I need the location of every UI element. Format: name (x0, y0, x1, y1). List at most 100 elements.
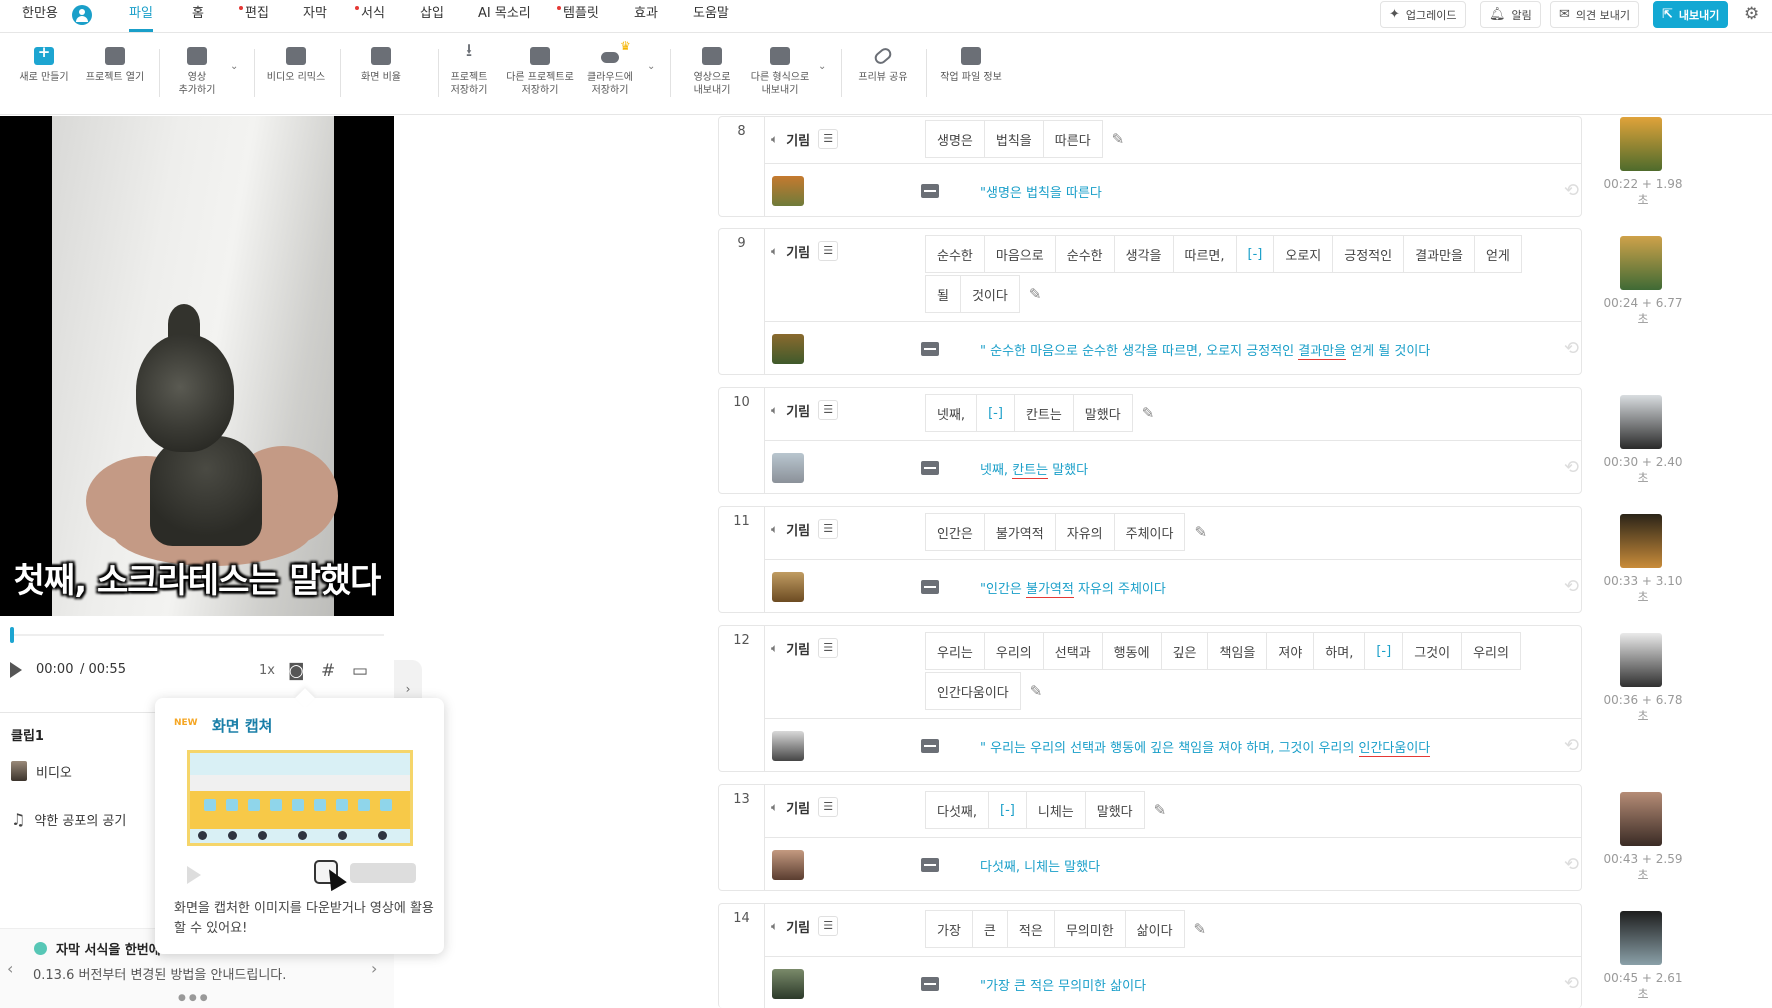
word-chip[interactable]: 순수한 (1054, 235, 1115, 273)
menu-icon[interactable]: ☰ (818, 638, 839, 658)
scene-thumbnail[interactable] (772, 731, 804, 761)
word-chip[interactable]: 얻게 (1473, 235, 1522, 273)
word-chip[interactable]: 져야 (1266, 632, 1315, 670)
scene-card[interactable]: 12 🔈︎ 기림 ☰ 우리는 우리의 선택과 행동에 깊은 책임을 져야 하며, [… (718, 625, 1582, 772)
subtitle-text[interactable]: " 우리는 우리의 선택과 행동에 깊은 책임을 져야 하며, 그것이 우리의 … (980, 737, 1431, 757)
pencil-icon[interactable]: ✎ (1142, 404, 1155, 422)
voice-name[interactable]: 기림 (786, 130, 810, 149)
menu-icon[interactable]: ☰ (818, 519, 839, 539)
speaker-icon[interactable]: 🔈︎ (771, 132, 778, 147)
word-chip[interactable]: 적은 (1006, 910, 1055, 948)
word-chip[interactable]: 깊은 (1160, 632, 1209, 670)
word-chip[interactable]: 우리의 (1461, 632, 1521, 670)
speaker-icon[interactable]: 🔈︎ (771, 403, 778, 418)
refresh-icon[interactable]: ⟲ (1564, 338, 1579, 359)
clip-video-row[interactable]: 비디오 (11, 761, 72, 781)
subtitle-text[interactable]: 다섯째, 니체는 말했다 (980, 856, 1100, 875)
word-chip[interactable]: 칸트는 (1013, 394, 1074, 432)
scene-thumbnail[interactable] (772, 850, 804, 880)
subtitle-text[interactable]: "가장 큰 적은 무의미한 삶이다 (980, 975, 1146, 994)
word-chip[interactable]: 결과만을 (1403, 235, 1475, 273)
save-cloud-button[interactable]: ♛ 클라우드에 저장하기 (584, 40, 636, 97)
timeline-thumbnail[interactable] (1620, 792, 1662, 846)
refresh-icon[interactable]: ⟲ (1564, 973, 1579, 994)
pencil-icon[interactable]: ✎ (1112, 130, 1125, 148)
word-chip[interactable]: 행동에 (1101, 632, 1162, 670)
menu-icon[interactable]: ☰ (818, 241, 839, 261)
word-chip[interactable]: 그것이 (1402, 632, 1463, 670)
refresh-icon[interactable]: ⟲ (1564, 180, 1579, 201)
pencil-icon[interactable]: ✎ (1194, 523, 1207, 541)
word-chip[interactable]: 마음으로 (983, 235, 1056, 273)
timeline-thumbnail[interactable] (1620, 911, 1662, 965)
menu-subtitle[interactable]: 자막 (303, 0, 327, 29)
word-chip[interactable]: 생각을 (1113, 235, 1174, 273)
add-video-button[interactable]: 영상 추가하기 (172, 47, 222, 97)
word-chip[interactable]: 될 (925, 275, 961, 313)
menu-help[interactable]: 도움말 (693, 0, 729, 29)
grid-icon[interactable]: # (321, 661, 335, 681)
user-avatar-icon[interactable] (72, 5, 92, 25)
file-info-button[interactable]: 작업 파일 정보 (938, 47, 1004, 84)
menu-edit[interactable]: 편집 (239, 0, 269, 29)
open-project-button[interactable]: 프로젝트 열기 (82, 47, 148, 84)
timeline-track[interactable] (10, 634, 384, 636)
chevron-left-icon[interactable]: ‹ (7, 959, 13, 978)
chevron-down-icon[interactable]: ⌄ (230, 61, 238, 72)
scene-thumbnail[interactable] (772, 453, 804, 483)
voice-name[interactable]: 기림 (786, 242, 810, 261)
new-project-button[interactable]: 새로 만들기 (16, 46, 72, 84)
menu-home[interactable]: 홈 (192, 0, 204, 29)
account-name[interactable]: 한만용 (22, 0, 58, 29)
menu-insert[interactable]: 삽입 (420, 0, 444, 29)
word-chip[interactable]: 긍정적인 (1332, 235, 1405, 273)
word-chip[interactable]: 불가역적 (983, 513, 1056, 551)
subtitle-toggle-icon[interactable]: ▭ (352, 661, 368, 681)
word-chip[interactable]: 따른다 (1042, 120, 1103, 158)
subtitle-text[interactable]: 넷째, 칸트는 말했다 (980, 459, 1088, 479)
pause-marker[interactable]: [-] (1235, 235, 1275, 273)
scene-thumbnail[interactable] (772, 334, 804, 364)
pause-marker[interactable]: [-] (1364, 632, 1404, 670)
timeline-thumbnail[interactable] (1620, 117, 1662, 171)
word-chip[interactable]: 큰 (971, 910, 1008, 948)
timeline-thumbnail[interactable] (1620, 514, 1662, 568)
play-icon[interactable] (10, 662, 22, 678)
refresh-icon[interactable]: ⟲ (1564, 854, 1579, 875)
word-chip[interactable]: 하며, (1313, 632, 1366, 670)
subtitle-text[interactable]: " 순수한 마음으로 순수한 생각을 따르면, 오로지 긍정적인 결과만을 얻게… (980, 340, 1430, 360)
pencil-icon[interactable]: ✎ (1030, 682, 1043, 700)
timeline-playhead[interactable] (10, 627, 14, 643)
preview-share-button[interactable]: 프리뷰 공유 (854, 45, 912, 84)
speaker-icon[interactable]: 🔈︎ (771, 244, 778, 259)
word-chip[interactable]: 순수한 (925, 235, 985, 273)
menu-file[interactable]: 파일 (129, 0, 153, 32)
scene-card[interactable]: 9 🔈︎ 기림 ☰ 순수한 마음으로 순수한 생각을 따르면, [-] 오로지 긍정… (718, 228, 1582, 375)
chevron-down-icon[interactable]: ⌄ (818, 61, 826, 72)
word-chip[interactable]: 법칙을 (983, 120, 1044, 158)
scene-card[interactable]: 8 🔈︎ 기림 ☰ 생명은 법칙을 따른다 ✎ "생명은 법칙을 따른다 ⟲ (718, 116, 1582, 217)
clip-music-row[interactable]: ♫ 약한 공포의 공기 (11, 810, 126, 829)
upgrade-button[interactable]: ✦ 업그레이드 (1380, 1, 1466, 28)
timeline-thumbnail[interactable] (1620, 395, 1662, 449)
pencil-icon[interactable]: ✎ (1029, 285, 1042, 303)
voice-name[interactable]: 기림 (786, 917, 810, 936)
feedback-button[interactable]: ✉ 의견 보내기 (1550, 1, 1640, 28)
menu-icon[interactable]: ☰ (818, 400, 839, 420)
save-project-button[interactable]: 프로젝트저장하기 (446, 44, 492, 97)
menu-template[interactable]: 템플릿 (557, 0, 599, 29)
word-chip[interactable]: 우리는 (925, 632, 985, 670)
word-chip[interactable]: 삶이다 (1124, 910, 1185, 948)
export-button[interactable]: ⇱ 내보내기 (1653, 1, 1729, 28)
word-chip[interactable]: 말했다 (1084, 791, 1145, 829)
export-video-button[interactable]: 영상으로 내보내기 (688, 47, 736, 97)
menu-format[interactable]: 서식 (355, 0, 385, 29)
subtitle-text[interactable]: "생명은 법칙을 따른다 (980, 182, 1102, 201)
menu-icon[interactable]: ☰ (818, 129, 839, 149)
menu-effect[interactable]: 효과 (634, 0, 658, 29)
refresh-icon[interactable]: ⟲ (1564, 576, 1579, 597)
chevron-right-icon[interactable]: › (371, 959, 377, 978)
word-chip[interactable]: 오로지 (1273, 235, 1334, 273)
gear-icon[interactable]: ⚙ (1744, 4, 1759, 24)
voice-name[interactable]: 기림 (786, 798, 810, 817)
